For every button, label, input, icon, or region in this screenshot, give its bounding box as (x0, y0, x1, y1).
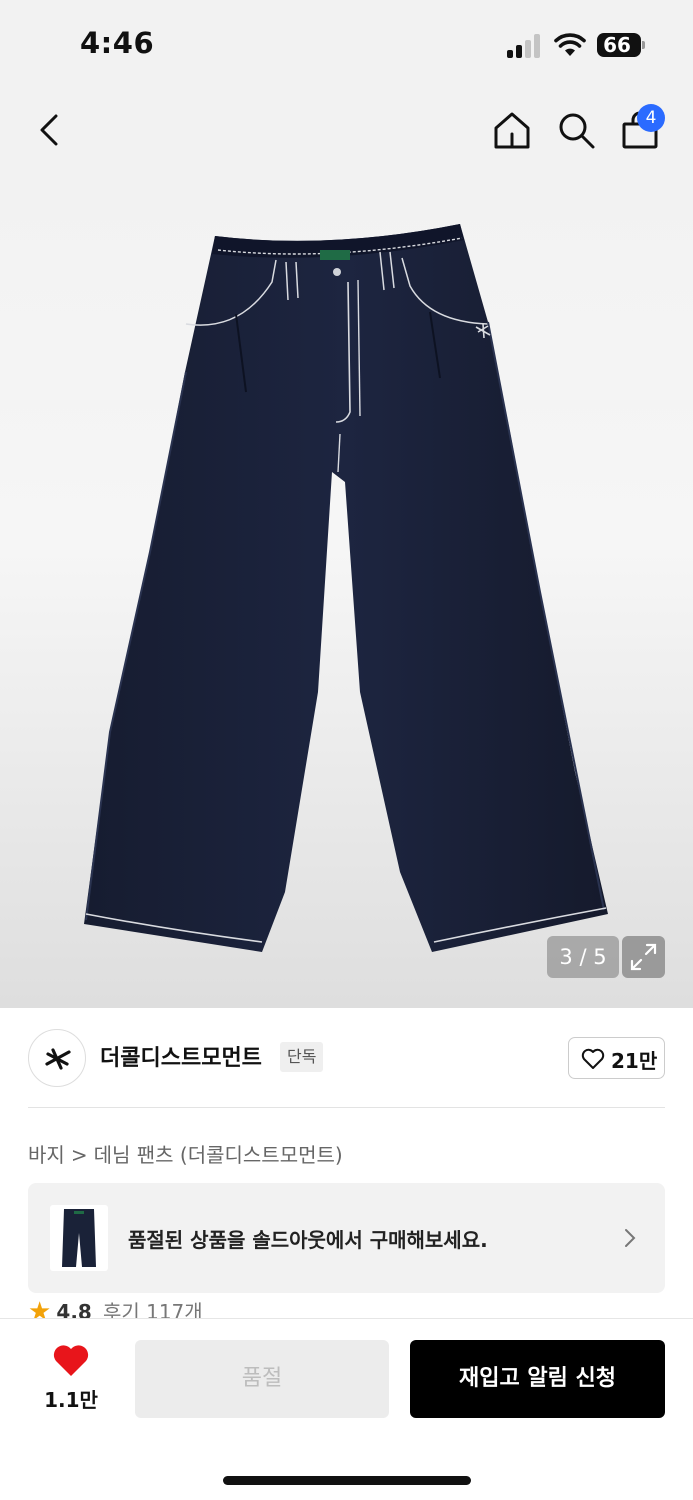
search-icon[interactable] (554, 108, 598, 152)
wishlist-button[interactable]: 1.1만 (28, 1340, 114, 1420)
banner-text: 품절된 상품을 솔드아웃에서 구매해보세요. (128, 1228, 488, 1252)
wishlist-count: 1.1만 (44, 1388, 98, 1412)
soldout-banner[interactable]: 품절된 상품을 솔드아웃에서 구매해보세요. (28, 1183, 665, 1293)
cart-count-badge: 4 (637, 104, 665, 132)
brand-like-count: 21만 (611, 1049, 658, 1073)
heart-outline-icon (581, 1048, 605, 1069)
status-bar: 4:46 66 (0, 0, 693, 92)
breadcrumb-subcategory[interactable]: 데님 팬츠 (더콜디스트모먼트) (94, 1143, 343, 1167)
review-count: 후기 117개 (102, 1300, 203, 1320)
restock-alert-button[interactable]: 재입고 알림 신청 (410, 1340, 665, 1418)
home-indicator[interactable] (223, 1476, 471, 1485)
rating-score: 4.8 (56, 1300, 92, 1320)
back-icon[interactable] (30, 110, 70, 150)
battery-icon: 66 (597, 33, 645, 57)
breadcrumb-separator: > (70, 1143, 88, 1167)
wifi-icon (554, 33, 586, 56)
chevron-right-icon (625, 1229, 636, 1247)
status-time: 4:46 (80, 26, 155, 60)
product-image-gallery[interactable] (0, 172, 693, 1008)
product-photo-denim-pants (84, 224, 608, 952)
breadcrumb: 바지 > 데님 팬츠 (더콜디스트모먼트) (28, 1139, 343, 1168)
battery-level: 66 (603, 33, 631, 57)
brand-name[interactable]: 더콜디스트모먼트 (100, 1040, 262, 1072)
exclusive-tag: 단독 (280, 1042, 324, 1072)
star-icon: ★ (28, 1298, 52, 1320)
banner-product-thumbnail (50, 1205, 108, 1271)
brand-like-button[interactable]: 21만 (568, 1037, 665, 1079)
brand-logo[interactable] (28, 1029, 86, 1087)
breadcrumb-category[interactable]: 바지 (28, 1143, 65, 1167)
top-nav-bar (0, 92, 693, 172)
cellular-signal-icon (507, 34, 543, 58)
rating-row[interactable]: ★ 4.8 후기 117개 (28, 1298, 203, 1320)
heart-filled-icon (53, 1345, 89, 1376)
soldout-button[interactable]: 품절 (135, 1340, 389, 1418)
divider (28, 1107, 665, 1108)
image-page-counter: 3 / 5 (547, 936, 619, 978)
brand-star-logo-icon (45, 1048, 71, 1070)
expand-icon[interactable] (622, 936, 665, 978)
home-icon[interactable] (490, 108, 534, 152)
